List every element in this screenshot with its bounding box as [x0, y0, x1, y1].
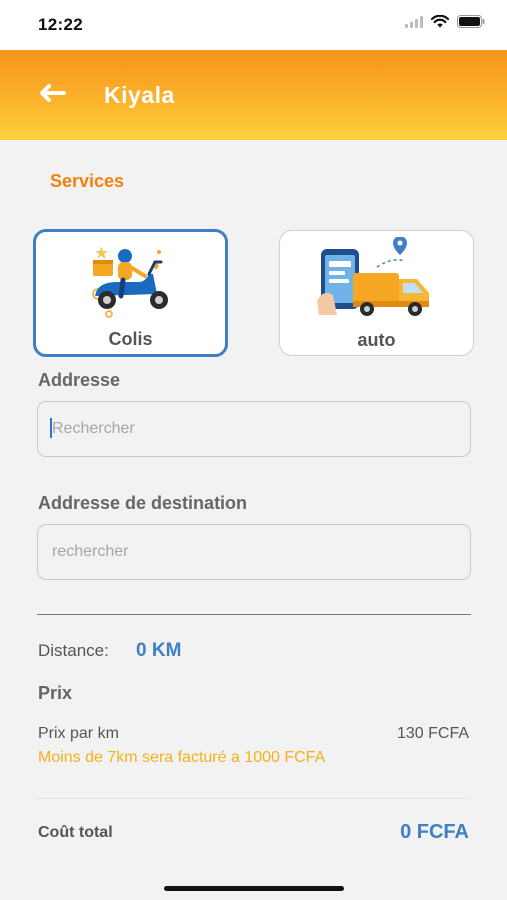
battery-icon — [457, 15, 485, 28]
price-title: Prix — [38, 683, 73, 703]
home-indicator — [164, 886, 344, 891]
page-title: Kiyala — [104, 82, 175, 108]
status-bar: 12:22 — [0, 0, 507, 50]
status-time: 12:22 — [38, 15, 83, 34]
destination-input-box[interactable] — [37, 524, 471, 580]
destination-search-input[interactable] — [38, 525, 470, 579]
arrow-left-icon — [38, 83, 66, 108]
truck-delivery-illustration — [280, 237, 473, 321]
price-per-km-value: 130 FCFA — [396, 725, 469, 742]
wifi-icon — [431, 15, 449, 28]
distance-label: Distance: — [38, 641, 109, 660]
total-cost-label: Coût total — [38, 824, 113, 841]
service-card-auto[interactable]: auto — [279, 230, 474, 356]
services-title: Services — [50, 171, 125, 191]
address-input-box[interactable] — [37, 401, 471, 457]
signal-icon — [405, 15, 423, 28]
service-label-auto: auto — [357, 330, 396, 350]
divider — [37, 614, 471, 615]
service-card-colis[interactable]: Colis — [33, 229, 228, 357]
address-search-input[interactable] — [38, 402, 470, 456]
status-icons — [405, 15, 485, 28]
back-button[interactable] — [36, 80, 68, 110]
price-per-km-label: Prix par km — [38, 725, 119, 742]
service-label-colis: Colis — [108, 329, 153, 349]
scooter-delivery-illustration — [36, 238, 225, 322]
app-header: Kiyala — [0, 50, 507, 140]
distance-value: 0 KM — [136, 640, 182, 661]
text-caret — [50, 418, 52, 438]
total-cost-value: 0 FCFA — [400, 821, 469, 843]
address-label: Addresse — [38, 370, 121, 390]
destination-label: Addresse de destination — [38, 493, 248, 513]
minimum-fare-notice: Moins de 7km sera facturé a 1000 FCFA — [38, 749, 326, 766]
separator-line — [37, 798, 471, 799]
